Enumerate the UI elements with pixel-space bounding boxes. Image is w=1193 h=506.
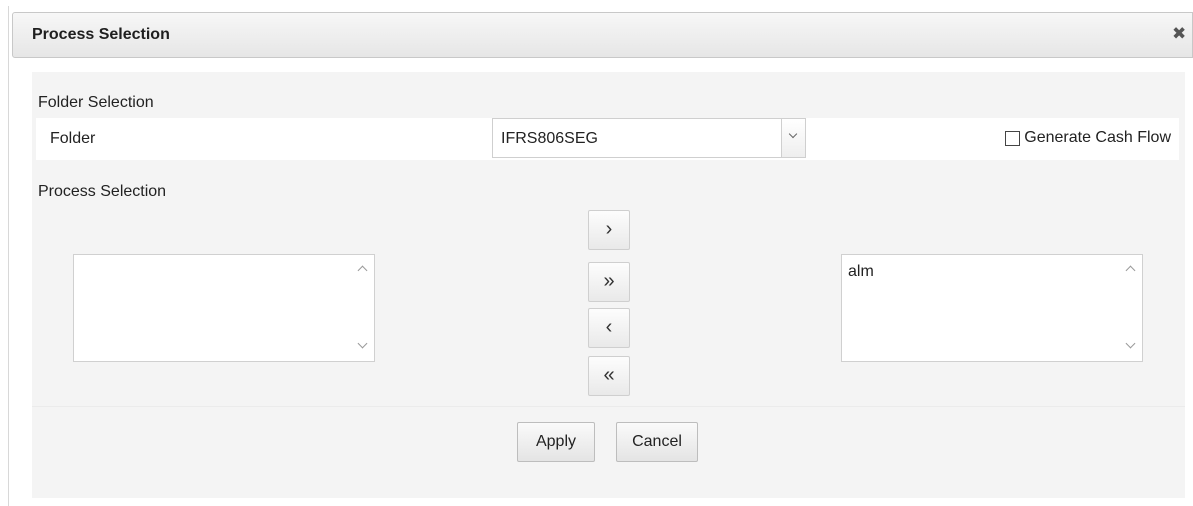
chevron-down-icon	[788, 129, 798, 139]
dialog-header: Process Selection ✖	[12, 12, 1193, 58]
scroll-up-icon[interactable]	[357, 265, 368, 276]
process-selection-heading: Process Selection	[38, 183, 167, 200]
generate-cash-flow-checkbox[interactable]	[1005, 130, 1021, 146]
scroll-down-icon[interactable]	[357, 338, 368, 349]
selected-processes-list[interactable]: alm	[841, 254, 1143, 362]
generate-cash-flow-label[interactable]: Generate Cash Flow	[1024, 129, 1171, 147]
scroll-down-icon[interactable]	[1125, 338, 1136, 349]
dialog-body: Folder Selection Folder IFRS806SEG Gener…	[32, 72, 1185, 498]
folder-dropdown[interactable]: IFRS806SEG	[492, 118, 806, 158]
dialog-title: Process Selection	[32, 26, 170, 43]
list-item[interactable]: alm	[848, 263, 874, 281]
folder-dropdown-value: IFRS806SEG	[501, 130, 598, 147]
scroll-up-icon[interactable]	[1125, 265, 1136, 276]
move-all-right-button[interactable]: »	[588, 262, 630, 302]
cancel-button[interactable]: Cancel	[616, 422, 698, 462]
move-selected-left-button[interactable]: ‹	[588, 308, 630, 348]
available-processes-list[interactable]	[73, 254, 375, 362]
generate-cash-flow-checkbox-wrapper[interactable]: Generate Cash Flow	[1005, 128, 1171, 148]
folder-row: Folder IFRS806SEG Generate Cash Flow	[36, 118, 1179, 160]
folder-label: Folder	[50, 130, 96, 147]
left-border-rule	[8, 6, 9, 506]
dropdown-toggle-button[interactable]	[781, 119, 805, 157]
move-all-left-button[interactable]: «	[588, 356, 630, 396]
folder-selection-heading: Folder Selection	[38, 94, 154, 111]
footer-divider	[32, 406, 1185, 407]
close-icon[interactable]: ✖	[1172, 25, 1186, 43]
move-selected-right-button[interactable]: ›	[588, 210, 630, 250]
apply-button[interactable]: Apply	[517, 422, 595, 462]
